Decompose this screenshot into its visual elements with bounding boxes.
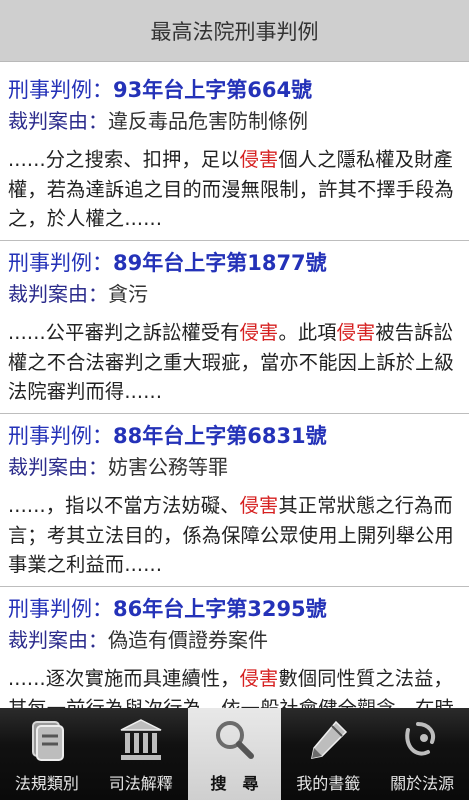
- case-number: 88年台上字第6831號: [113, 424, 327, 448]
- case-reason: 裁判案由：違反毒品危害防制條例: [8, 105, 461, 137]
- snippet-highlight: 侵害: [239, 494, 279, 517]
- case-reason: 裁判案由：妨害公務等罪: [8, 451, 461, 483]
- list-item[interactable]: 刑事判例：93年台上字第664號 裁判案由：違反毒品危害防制條例 ......分…: [0, 75, 469, 241]
- tab-about[interactable]: 關於法源: [375, 708, 469, 800]
- bottom-tab-bar: 法規類別 司法解釋 搜 尋 我的書籤 關於法源: [0, 708, 469, 800]
- tab-label: 關於法源: [390, 774, 455, 793]
- results-list[interactable]: 刑事判例：93年台上字第664號 裁判案由：違反毒品危害防制條例 ......分…: [0, 62, 469, 708]
- snippet-text: 。此項: [278, 321, 337, 344]
- tab-label: 搜 尋: [210, 774, 259, 793]
- case-snippet: ......公平審判之訴訟權受有侵害。此項侵害被告訴訟權之不合法審判之重大瑕疵，…: [8, 318, 461, 407]
- case-title-label: 刑事判例：: [8, 597, 113, 621]
- tab-label: 我的書籤: [296, 774, 361, 793]
- case-reason: 裁判案由：偽造有價證券案件: [8, 624, 461, 656]
- tab-label: 司法解釋: [108, 774, 173, 793]
- case-title[interactable]: 刑事判例：93年台上字第664號: [8, 75, 461, 105]
- snippet-text: ......逐次實施而具連續性，: [8, 667, 240, 690]
- snippet-highlight: 侵害: [239, 667, 279, 690]
- snippet-text: ......公平審判之訴訟權受有: [8, 321, 240, 344]
- court-building-icon: [120, 719, 162, 760]
- case-reason-label: 裁判案由：: [8, 628, 108, 652]
- snippet-text: ......，指以不當方法妨礙、: [8, 494, 240, 517]
- case-number: 89年台上字第1877號: [113, 251, 327, 275]
- case-reason-label: 裁判案由：: [8, 282, 108, 306]
- law-book-icon: [31, 721, 64, 761]
- case-reason-label: 裁判案由：: [8, 109, 108, 133]
- case-number: 86年台上字第3295號: [113, 597, 327, 621]
- snippet-highlight: 侵害: [239, 321, 279, 344]
- case-number: 93年台上字第664號: [113, 78, 313, 102]
- case-title-label: 刑事判例：: [8, 424, 113, 448]
- pencil-icon: [311, 720, 348, 759]
- page-title: 最高法院刑事判例: [150, 19, 319, 44]
- case-reason-value: 偽造有價證券案件: [108, 628, 268, 652]
- about-logo-icon: [405, 722, 436, 756]
- case-reason-label: 裁判案由：: [8, 455, 108, 479]
- case-snippet: ......，指以不當方法妨礙、侵害其正常狀態之行為而言；考其立法目的，係為保障…: [8, 491, 461, 580]
- list-item[interactable]: 刑事判例：86年台上字第3295號 裁判案由：偽造有價證券案件 ......逐次…: [0, 594, 469, 708]
- case-reason: 裁判案由：貪污: [8, 278, 461, 310]
- case-reason-value: 違反毒品危害防制條例: [108, 109, 308, 133]
- case-title[interactable]: 刑事判例：88年台上字第6831號: [8, 421, 461, 451]
- list-item[interactable]: 刑事判例：88年台上字第6831號 裁判案由：妨害公務等罪 ......，指以不…: [0, 421, 469, 587]
- tab-law-categories[interactable]: 法規類別: [0, 708, 94, 800]
- case-title-label: 刑事判例：: [8, 78, 113, 102]
- case-snippet: ......分之搜索、扣押，足以侵害個人之隱私權及財產權，若為達訴追之目的而漫無…: [8, 145, 461, 234]
- snippet-text: ......分之搜索、扣押，足以: [8, 148, 240, 171]
- snippet-highlight: 侵害: [336, 321, 376, 344]
- search-icon: [216, 721, 255, 759]
- tab-bookmarks[interactable]: 我的書籤: [281, 708, 375, 800]
- tab-search[interactable]: 搜 尋: [187, 708, 282, 800]
- tab-judicial-interpretations[interactable]: 司法解釋: [94, 708, 188, 800]
- snippet-highlight: 侵害: [239, 148, 279, 171]
- case-reason-value: 妨害公務等罪: [108, 455, 228, 479]
- list-item[interactable]: 刑事判例：89年台上字第1877號 裁判案由：貪污 ......公平審判之訴訟權…: [0, 248, 469, 414]
- case-reason-value: 貪污: [108, 282, 148, 306]
- case-title-label: 刑事判例：: [8, 251, 113, 275]
- case-title[interactable]: 刑事判例：86年台上字第3295號: [8, 594, 461, 624]
- app-header: 最高法院刑事判例: [0, 0, 469, 62]
- tab-label: 法規類別: [14, 774, 79, 793]
- case-snippet: ......逐次實施而具連續性，侵害數個同性質之法益，其每一前行為與次行為，依一…: [8, 664, 461, 708]
- case-title[interactable]: 刑事判例：89年台上字第1877號: [8, 248, 461, 278]
